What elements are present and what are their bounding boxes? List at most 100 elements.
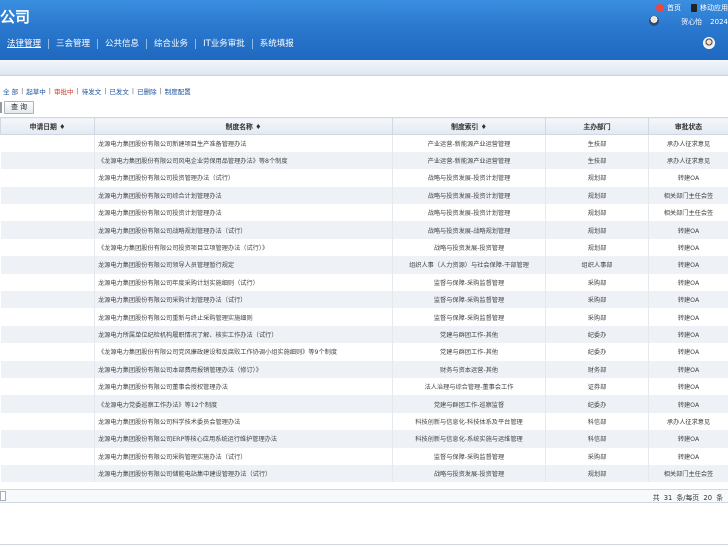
cell-index: 科技创新与信息化-科技体系及平台管理: [392, 412, 546, 431]
cell-date: [0, 325, 95, 344]
cell-index: 战略与投资发展-投资管理: [392, 464, 546, 483]
filter-config[interactable]: 制度配置: [162, 86, 194, 96]
mobile-app-link[interactable]: 移动应用: [691, 3, 728, 13]
table-row[interactable]: 龙源电力集团股份有限公司年度采购计划实施细则（试行） 监督与保障-采购监督管理 采购…: [0, 273, 728, 292]
table-row[interactable]: 《龙源电力集团股份有限公司风电企业劳保用品管理办法》等8个制度 产业运营-新能源产…: [0, 151, 728, 170]
user-area: 贺心怡 2024: [681, 17, 728, 27]
cell-status: 转建OA: [648, 221, 728, 239]
table-row[interactable]: 龙源电力集团股份有限公司ERP等核心应用系统运行维护管理办法 科技创新与信息化-系…: [0, 430, 728, 448]
nav-item-legal[interactable]: 法律管理: [0, 36, 48, 52]
user-name[interactable]: 贺心怡: [681, 17, 702, 27]
table-row[interactable]: 《龙源电力集团股份有限公司投资项目立项管理办法（试行）》 战略与投资发展-投资管理…: [0, 238, 728, 257]
col-header-name[interactable]: 制度名称 ♦: [94, 117, 393, 135]
cell-date: [0, 273, 95, 292]
cell-date: [0, 169, 95, 187]
table-row[interactable]: 龙源电力集团股份有限公司综合计划管理办法 战略与投资发展-投资计划管理 规划部 相关部…: [0, 186, 728, 205]
cell-status: 转建OA: [648, 377, 728, 396]
table-row[interactable]: 龙源电力集团股份有限公司投资计划管理办法 战略与投资发展-投资计划管理 规划部 相关部…: [0, 204, 728, 222]
nav-item-public-info[interactable]: 公共信息: [98, 36, 146, 52]
top-links: 首页 移动应用: [656, 3, 728, 13]
cell-index: 产业运营-新能源产业运营管理: [392, 151, 546, 170]
cell-dept: 规划部: [545, 204, 649, 222]
col-header-date[interactable]: 申请日期 ♦: [0, 117, 95, 135]
table-row[interactable]: 龙源电力集团股份有限公司新建项目生产准备管理办法 产业运营-新能源产业运营管理 生技…: [0, 134, 728, 152]
table-row[interactable]: 龙源电力集团股份有限公司科学技术委员会管理办法 科技创新与信息化-科技体系及平台管…: [0, 412, 728, 431]
home-link-label: 首页: [667, 4, 681, 12]
cell-name[interactable]: 龙源电力集团股份有限公司科学技术委员会管理办法: [94, 412, 393, 431]
cell-date: [0, 377, 95, 396]
nav-item-it-approval[interactable]: IT业务审批: [196, 36, 252, 52]
table-row[interactable]: 龙源电力集团股份有限公司采购管理实施办法（试行） 监督与保障-采购监督管理 采购部转…: [0, 447, 728, 465]
nav-item-board[interactable]: 三会管理: [49, 36, 97, 52]
cell-name[interactable]: 龙源电力集团股份有限公司投资计划管理办法: [94, 204, 393, 222]
cell-status: 承办人征求意见: [648, 151, 728, 170]
table-row[interactable]: 《龙源电力集团股份有限公司党风廉政建设和反腐败工作协调小组实施细则》等9个制度党…: [0, 343, 728, 361]
filter-pending-issue[interactable]: 待发文: [79, 86, 105, 96]
app-window: 公司 首页 移动应用 贺心怡 2024 法律管理 三会管理 公共信息 综合业务: [0, 0, 728, 547]
cell-name[interactable]: 龙源电力集团股份有限公司董事会授权管理办法: [94, 377, 393, 396]
filter-approving[interactable]: 审批中: [51, 86, 77, 96]
cell-name[interactable]: 龙源电力集团股份有限公司领导人员管理暂行规定: [94, 256, 393, 274]
pager-prefix: 共: [652, 494, 660, 502]
table-row[interactable]: 龙源电力集团股份有限公司本部费用报销管理办法（修订）》 财务与资本运营-其他 财务部…: [0, 360, 728, 378]
table-row[interactable]: 《龙源电力党委巡察工作办法》等12个制度 党建与群团工作-巡察监督 纪委办 转建OA: [0, 395, 728, 413]
cell-name[interactable]: 《龙源电力集团股份有限公司投资项目立项管理办法（试行）》: [94, 238, 393, 257]
pager-info: 共 31 条/每页 20 条: [652, 492, 724, 502]
cell-name[interactable]: 龙源电力集团股份有限公司ERP等核心应用系统运行维护管理办法: [94, 430, 393, 448]
table-row[interactable]: 龙源电力集团股份有限公司战略规划管理办法（试行） 战略与投资发展-战略规划管理 规划…: [0, 221, 728, 239]
table-row[interactable]: 龙源电力集团股份有限公司采购计划管理办法（试行） 监督与保障-采购监督管理 采购部转…: [0, 291, 728, 309]
table-row[interactable]: 龙源电力集团股份有限公司重新与终止采购管理实施细则 监督与保障-采购监督管理 采购部…: [0, 308, 728, 326]
cell-index: 党建与群团工作-其他: [392, 325, 546, 344]
current-year: 2024: [710, 18, 728, 26]
avatar[interactable]: [703, 37, 715, 49]
cell-dept: 规划部: [545, 169, 649, 187]
cell-index: 组织人事（人力资源）与社会保障-干部管理: [392, 256, 546, 274]
cell-name[interactable]: 龙源电力集团股份有限公司重新与终止采购管理实施细则: [94, 308, 393, 326]
filter-all[interactable]: 全 部: [0, 86, 21, 96]
cell-dept: 科信部: [545, 430, 649, 448]
status-filter-bar: 全 部 | 起草中 | 审批中 | 待发文 | 已发文 | 已删除 | 制度配置: [0, 86, 194, 96]
cell-name[interactable]: 《龙源电力集团股份有限公司风电企业劳保用品管理办法》等8个制度: [94, 151, 393, 170]
cell-status: 转建OA: [648, 308, 728, 326]
cell-status: 转建OA: [648, 447, 728, 465]
cell-status: 转建OA: [648, 291, 728, 309]
filter-issued[interactable]: 已发文: [106, 86, 132, 96]
cell-name[interactable]: 龙源电力集团股份有限公司采购管理实施办法（试行）: [94, 447, 393, 465]
cell-index: 监督与保障-采购监督管理: [392, 308, 546, 326]
cell-dept: 科信部: [545, 412, 649, 431]
nav-item-general-business[interactable]: 综合业务: [147, 36, 195, 52]
cell-name[interactable]: 龙源电力集团股份有限公司年度采购计划实施细则（试行）: [94, 273, 393, 292]
cell-date: [0, 308, 95, 326]
cell-name[interactable]: 《龙源电力集团股份有限公司党风廉政建设和反腐败工作协调小组实施细则》等9个制度: [94, 343, 393, 361]
col-header-index[interactable]: 制度索引 ♦: [392, 117, 546, 135]
cell-index: 党建与群团工作-其他: [392, 343, 546, 361]
mobile-app-label: 移动应用: [700, 4, 728, 12]
cell-dept: 纪委办: [545, 325, 649, 344]
cell-index: 财务与资本运营-其他: [392, 360, 546, 378]
filter-deleted[interactable]: 已删除: [134, 86, 160, 96]
cell-name[interactable]: 龙源电力集团股份有限公司新建项目生产准备管理办法: [94, 134, 393, 152]
table-row[interactable]: 龙源电力所属单位纪检机构履职情况了解、核实工作办法（试行） 党建与群团工作-其他纪…: [0, 325, 728, 344]
cell-name[interactable]: 龙源电力集团股份有限公司战略规划管理办法（试行）: [94, 221, 393, 239]
cell-name[interactable]: 龙源电力集团股份有限公司投资管理办法（试行）: [94, 169, 393, 187]
table-row[interactable]: 龙源电力集团股份有限公司投资管理办法（试行） 战略与投资发展-投资计划管理 规划部转…: [0, 169, 728, 187]
cell-date: [0, 221, 95, 239]
cell-name[interactable]: 龙源电力集团股份有限公司综合计划管理办法: [94, 186, 393, 205]
cell-name[interactable]: 龙源电力集团股份有限公司本部费用报销管理办法（修订）》: [94, 360, 393, 378]
home-link[interactable]: 首页: [656, 3, 681, 13]
cell-name[interactable]: 《龙源电力党委巡察工作办法》等12个制度: [94, 395, 393, 413]
cell-status: 转建OA: [648, 343, 728, 361]
search-button[interactable]: 查 询: [4, 101, 34, 114]
cell-name[interactable]: 龙源电力集团股份有限公司采购计划管理办法（试行）: [94, 291, 393, 309]
cell-name[interactable]: 龙源电力所属单位纪检机构履职情况了解、核实工作办法（试行）: [94, 325, 393, 344]
home-icon: [656, 4, 664, 12]
nav-item-system-report[interactable]: 系统填报: [253, 36, 301, 52]
table-row[interactable]: 龙源电力集团股份有限公司董事会授权管理办法 法人治理与综合管理-董事会工作 证券部转…: [0, 377, 728, 396]
pager-select-box[interactable]: [0, 491, 6, 501]
table-row[interactable]: 龙源电力集团股份有限公司储能电站集中建设管理办法（试行） 战略与投资发展-投资管理…: [0, 464, 728, 483]
cell-date: [0, 291, 95, 309]
cell-dept: 采购部: [545, 447, 649, 465]
filter-drafting[interactable]: 起草中: [23, 86, 49, 96]
table-row[interactable]: 龙源电力集团股份有限公司领导人员管理暂行规定 组织人事（人力资源）与社会保障-干部…: [0, 256, 728, 274]
cell-name[interactable]: 龙源电力集团股份有限公司储能电站集中建设管理办法（试行）: [94, 464, 393, 483]
